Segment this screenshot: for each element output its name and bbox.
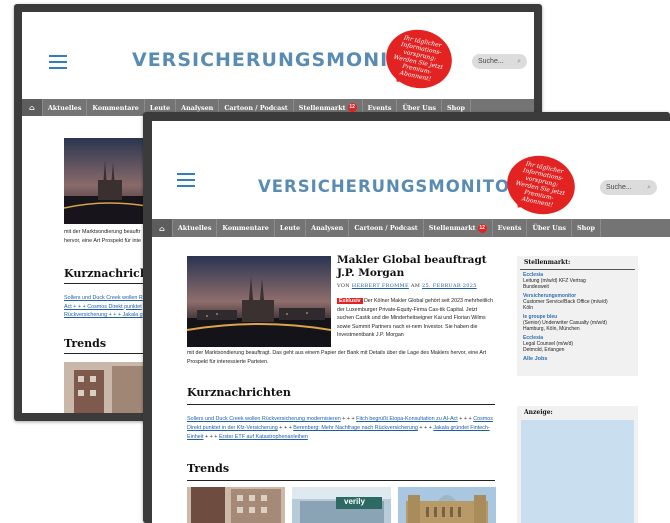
main-nav: ⌂ Aktuelles Kommentare Leute Analysen Ca… <box>152 219 670 237</box>
article-teaser: Exklusiv Der Kölner Makler Global gehört… <box>337 297 495 340</box>
trend-thumb-2-sign: verily <box>344 497 365 506</box>
site-logo[interactable]: VERSICHERUNGSMONITOR <box>258 177 524 196</box>
job-location: Köln <box>523 305 534 311</box>
author-link[interactable]: HERBERT FROMME <box>352 283 409 289</box>
nav-analysen[interactable]: Analysen <box>306 219 350 237</box>
nav-stellenmarkt-label: Stellenmarkt <box>428 224 476 232</box>
article-byline: VON HERBERT FROMME AM 25. FEBRUAR 2025 <box>337 283 477 289</box>
trend-thumb-3[interactable] <box>398 487 496 523</box>
trend-thumb-2[interactable]: verily <box>292 487 391 523</box>
job-item[interactable]: Versicherungsmonitor Customer Service/Ba… <box>517 291 638 312</box>
kurz-separator: + + + <box>459 416 472 422</box>
anzeige-box: Anzeige: <box>517 406 638 523</box>
byline-mid: AM <box>410 283 421 289</box>
job-item[interactable]: le groupe bleu (Senior) Underwriter Casu… <box>517 312 638 333</box>
search-placeholder: Suche... <box>478 58 504 65</box>
ad-slot[interactable] <box>521 420 634 523</box>
nav-kommentare[interactable]: Kommentare <box>217 219 275 237</box>
article-teaser-continued: mit der Marktsondierung beauftragt. Das … <box>187 350 487 365</box>
search-input[interactable]: Suche... ⌕ <box>472 54 527 69</box>
stellenmarkt-box: Stellenmarkt: Ecclesia Leitung (m/w/d) K… <box>517 256 638 376</box>
front-device-frame: VERSICHERUNGSMONITOR Ihr täglicher Infor… <box>143 112 670 523</box>
nav-cartoon-podcast[interactable]: Cartoon / Podcast <box>349 219 424 237</box>
nav-aktuelles[interactable]: Aktuelles <box>173 219 218 237</box>
nav-stellenmarkt[interactable]: Stellenmarkt 12 <box>424 219 493 237</box>
kurz-item-6[interactable]: Erster ETF auf Katastrophenanleihen <box>219 434 308 440</box>
stellenmarkt-count-badge: 12 <box>477 223 487 233</box>
anzeige-title: Anzeige: <box>524 409 553 416</box>
menu-icon[interactable] <box>177 173 195 187</box>
nav-events[interactable]: Events <box>493 219 528 237</box>
date-link[interactable]: 25. FEBRUAR 2025 <box>422 283 477 289</box>
search-icon[interactable]: ⌕ <box>647 180 651 195</box>
menu-icon[interactable] <box>49 55 67 69</box>
search-input[interactable]: Suche... ⌕ <box>600 180 657 195</box>
article-image[interactable] <box>187 256 331 347</box>
job-item[interactable]: Ecclesia Leitung (m/w/d) KFZ Vertrag Bun… <box>517 270 638 291</box>
kurz-separator: + + + <box>419 425 432 431</box>
all-jobs-link[interactable]: Alle Jobs <box>517 354 638 364</box>
job-location: Detmold, Erlangen <box>523 347 565 353</box>
stellenmarkt-count-badge: 12 <box>347 103 357 112</box>
kurz-separator: + + + <box>204 434 218 440</box>
job-location: Bundesweit <box>523 284 549 290</box>
trends-title: Trends <box>187 462 495 481</box>
nav-kommentare[interactable]: Kommentare <box>87 99 145 116</box>
job-item[interactable]: Ecclesia Legal Counsel (m/w/d) Detmold, … <box>517 333 638 354</box>
nav-aktuelles[interactable]: Aktuelles <box>43 99 88 116</box>
kurznachrichten-list: Sollers und Duck Creek wollen Rückversic… <box>187 415 497 442</box>
premium-bubble[interactable]: Ihr täglicher Informations-vorsprung: We… <box>380 23 458 95</box>
stellenmarkt-title: Stellenmarkt: <box>520 256 635 270</box>
nav-ueber-uns[interactable]: Über Uns <box>527 219 573 237</box>
search-placeholder: Suche... <box>606 184 632 191</box>
premium-bubble[interactable]: Ihr täglicher Informations-vorsprung: We… <box>501 149 581 221</box>
kurz-item-2[interactable]: Fitch begrüßt Eiopa-Konsultation zu AI-A… <box>356 416 458 422</box>
byline-prefix: VON <box>337 283 350 289</box>
nav-leute[interactable]: Leute <box>275 219 307 237</box>
article-teaser-text: Der Kölner Makler Global gehört seit 202… <box>337 298 493 339</box>
kurz-item-4[interactable]: Berenberg: Mehr Nachfrage nach Rückversi… <box>293 425 418 431</box>
trend-thumb-1[interactable] <box>187 487 285 523</box>
nav-shop[interactable]: Shop <box>572 219 602 237</box>
nav-stellenmarkt-label: Stellenmarkt <box>298 103 346 112</box>
kurz-separator: + + + <box>342 416 355 422</box>
kurz-separator: + + + <box>279 425 292 431</box>
kurznachrichten-title: Kurznachrichten <box>187 386 495 405</box>
kurz-item-1[interactable]: Sollers und Duck Creek wollen Rückversic… <box>187 416 341 422</box>
search-icon[interactable]: ⌕ <box>517 54 521 69</box>
article-headline[interactable]: Makler Global beauftragt J.P. Morgan <box>337 254 497 280</box>
front-screen: VERSICHERUNGSMONITOR Ihr täglicher Infor… <box>152 121 670 523</box>
exklusiv-badge: Exklusiv <box>337 298 363 304</box>
home-icon[interactable]: ⌂ <box>152 219 173 237</box>
job-location: Hamburg, Köln, München <box>523 326 580 332</box>
home-icon[interactable]: ⌂ <box>22 99 43 116</box>
